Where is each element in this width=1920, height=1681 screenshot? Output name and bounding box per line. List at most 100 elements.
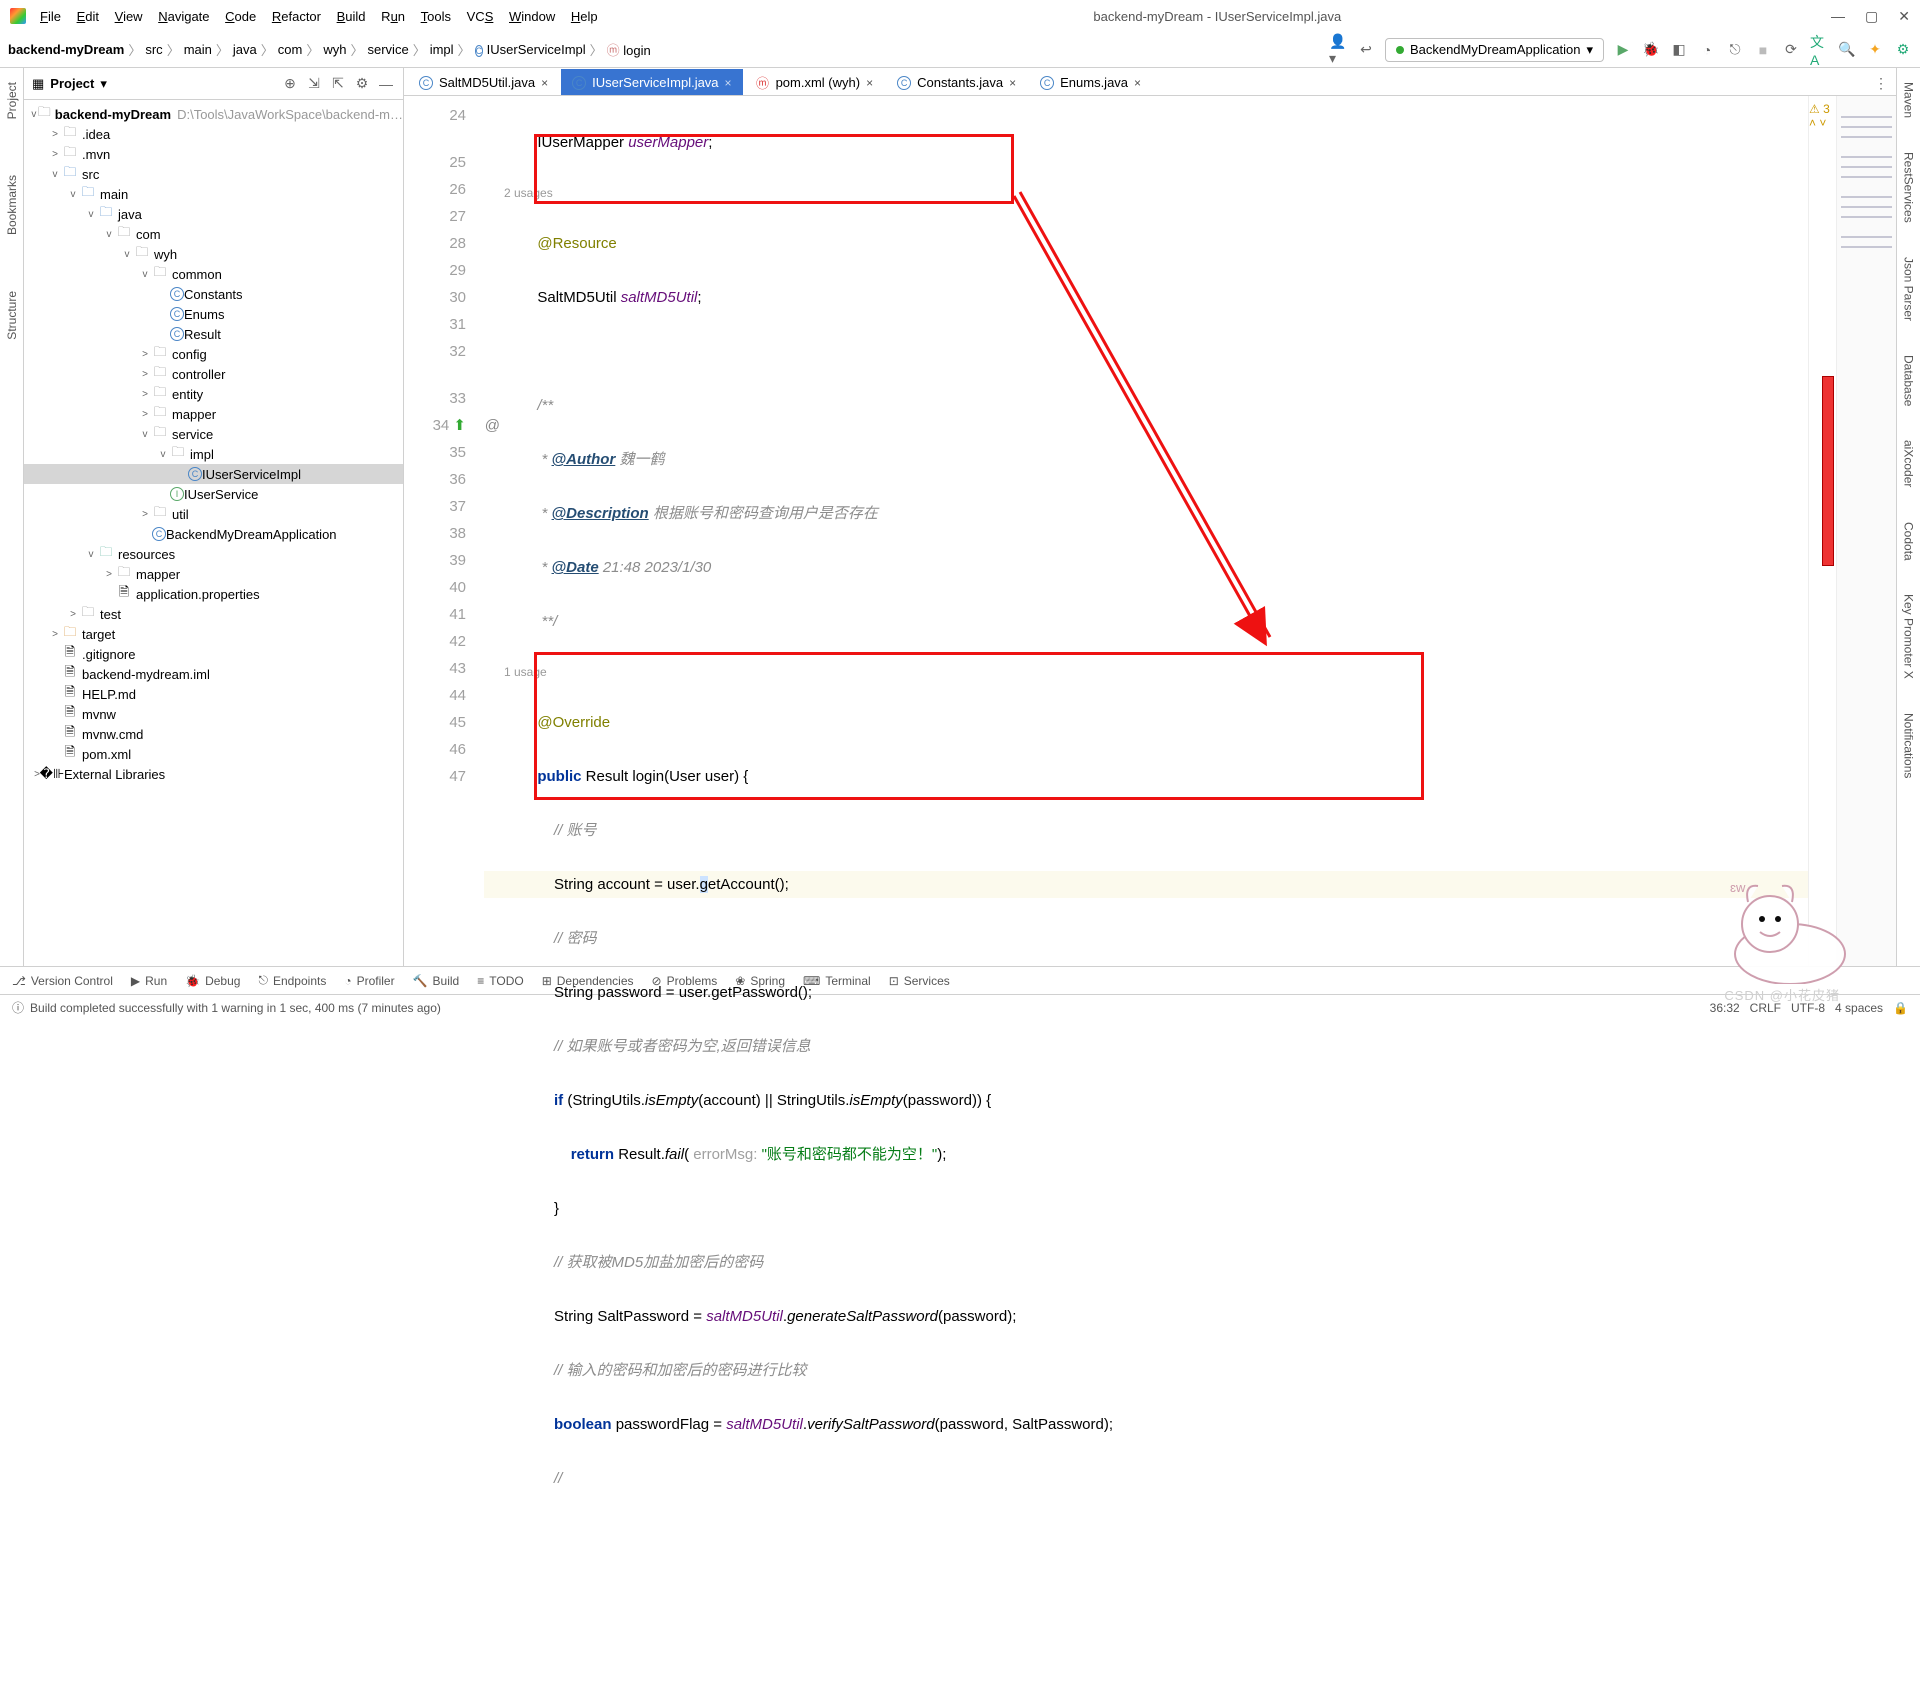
tool-project[interactable]: Project	[5, 74, 19, 127]
tool-jsonparser[interactable]: Json Parser	[1902, 249, 1916, 329]
back-nav-icon[interactable]: ↩	[1357, 41, 1375, 59]
tree-item[interactable]: 🗎application.properties	[24, 584, 403, 604]
tool-restservices[interactable]: RestServices	[1902, 144, 1916, 231]
debug-icon[interactable]: 🐞	[1642, 41, 1660, 59]
tree-item[interactable]: 🗎.gitignore	[24, 644, 403, 664]
inspection-gutter[interactable]: ⚠ 3 ˄ ˅	[1808, 96, 1836, 966]
tab-close-icon[interactable]: ×	[1009, 76, 1016, 90]
tree-item[interactable]: v🗀wyh	[24, 244, 403, 264]
status-lock-icon[interactable]: 🔒	[1893, 1001, 1908, 1015]
menu-vcs[interactable]: VCS	[461, 5, 500, 28]
expand-all-icon[interactable]: ⇲	[305, 75, 323, 93]
tree-item[interactable]: v🗀service	[24, 424, 403, 444]
tree-item[interactable]: v🗀com	[24, 224, 403, 244]
project-tree[interactable]: v🗀backend-myDreamD:\Tools\JavaWorkSpace\…	[24, 100, 403, 966]
bottom-tool-profiler[interactable]: ◔Profiler	[344, 974, 394, 988]
breadcrumb-item[interactable]: java	[233, 42, 257, 57]
menu-edit[interactable]: Edit	[71, 5, 105, 28]
code-editor[interactable]: IUserMapper userMapper; 2 usages @Resour…	[484, 96, 1808, 966]
tree-item[interactable]: >🗀mapper	[24, 564, 403, 584]
breadcrumb-item[interactable]: C IUserServiceImpl	[475, 42, 586, 57]
menu-tools[interactable]: Tools	[415, 5, 457, 28]
maximize-icon[interactable]: ▢	[1865, 8, 1878, 25]
select-opened-file-icon[interactable]: ⊕	[281, 75, 299, 93]
tool-codota[interactable]: Codota	[1902, 514, 1916, 569]
menu-run[interactable]: Run	[375, 5, 411, 28]
translate-icon[interactable]: 文A	[1810, 41, 1828, 59]
menu-navigate[interactable]: Navigate	[152, 5, 215, 28]
tab-close-icon[interactable]: ×	[541, 76, 548, 90]
tab-close-icon[interactable]: ×	[866, 76, 873, 90]
menu-bar[interactable]: File Edit View Navigate Code Refactor Bu…	[34, 9, 604, 24]
tool-bookmarks[interactable]: Bookmarks	[5, 167, 19, 243]
tree-item[interactable]: v🗀resources	[24, 544, 403, 564]
line-number-gutter[interactable]: 2425262728293031323334 ⬆@353637383940414…	[404, 96, 484, 966]
tree-item[interactable]: C Result	[24, 324, 403, 344]
tree-item[interactable]: >🗀config	[24, 344, 403, 364]
menu-window[interactable]: Window	[503, 5, 561, 28]
tree-item[interactable]: C Enums	[24, 304, 403, 324]
breadcrumb-item[interactable]: impl	[430, 42, 454, 57]
update-icon[interactable]: ⟳	[1782, 41, 1800, 59]
bottom-tool-endpoints[interactable]: ⎋Endpoints	[258, 973, 326, 988]
attach-icon[interactable]: ⎋	[1726, 41, 1744, 59]
tab-close-icon[interactable]: ×	[1134, 76, 1141, 90]
settings-icon[interactable]: ⚙	[353, 75, 371, 93]
menu-view[interactable]: View	[109, 5, 149, 28]
tool-database[interactable]: Database	[1902, 347, 1916, 414]
menu-file[interactable]: File	[34, 5, 67, 28]
profile-icon[interactable]: ◔	[1698, 41, 1716, 59]
coverage-icon[interactable]: ◧	[1670, 41, 1688, 59]
editor-tab[interactable]: CIUserServiceImpl.java×	[561, 69, 742, 95]
tree-item[interactable]: >�⊪External Libraries	[24, 764, 403, 784]
tree-item[interactable]: >🗀test	[24, 604, 403, 624]
menu-help[interactable]: Help	[565, 5, 604, 28]
tab-close-icon[interactable]: ×	[725, 76, 732, 90]
close-icon[interactable]: ✕	[1898, 8, 1910, 25]
tree-item[interactable]: 🗎backend-mydream.iml	[24, 664, 403, 684]
hide-icon[interactable]: —	[377, 75, 395, 93]
tree-item[interactable]: 🗎mvnw.cmd	[24, 724, 403, 744]
search-icon[interactable]: 🔍	[1838, 41, 1856, 59]
tree-item[interactable]: v🗀main	[24, 184, 403, 204]
tree-item[interactable]: >🗀.mvn	[24, 144, 403, 164]
run-icon[interactable]: ▶	[1614, 41, 1632, 59]
collapse-all-icon[interactable]: ⇱	[329, 75, 347, 93]
editor-tab[interactable]: CEnums.java×	[1029, 69, 1152, 95]
bottom-tool-run[interactable]: ▶Run	[131, 974, 167, 988]
tree-item[interactable]: v🗀impl	[24, 444, 403, 464]
code-minimap[interactable]	[1836, 96, 1896, 966]
tree-item[interactable]: v🗀common	[24, 264, 403, 284]
breadcrumb-item[interactable]: wyh	[323, 42, 346, 57]
breadcrumb-item[interactable]: src	[145, 42, 162, 57]
error-stripe[interactable]	[1822, 376, 1834, 566]
tree-root[interactable]: v🗀backend-myDreamD:\Tools\JavaWorkSpace\…	[24, 104, 403, 124]
breadcrumb-item[interactable]: service	[368, 42, 409, 57]
tree-item[interactable]: >🗀entity	[24, 384, 403, 404]
tool-keypromoter[interactable]: Key Promoter X	[1902, 586, 1916, 687]
editor-tab[interactable]: CSaltMD5Util.java×	[408, 69, 559, 95]
tree-item[interactable]: C IUserServiceImpl	[24, 464, 403, 484]
tree-item[interactable]: I IUserService	[24, 484, 403, 504]
minimize-icon[interactable]: —	[1831, 8, 1845, 25]
tabs-more-icon[interactable]: ⋮	[1872, 74, 1890, 92]
tree-item[interactable]: >🗀target	[24, 624, 403, 644]
tree-item[interactable]: 🗎mvnw	[24, 704, 403, 724]
tree-item[interactable]: v🗀java	[24, 204, 403, 224]
bottom-tool-build[interactable]: 🔨Build	[413, 974, 460, 988]
user-icon[interactable]: 👤▾	[1329, 41, 1347, 59]
warning-indicator[interactable]: ⚠ 3 ˄ ˅	[1809, 102, 1830, 130]
bottom-tool-version-control[interactable]: ⎇Version Control	[12, 974, 113, 988]
tree-item[interactable]: 🗎HELP.md	[24, 684, 403, 704]
bottom-tool-debug[interactable]: 🐞Debug	[185, 974, 240, 988]
stop-icon[interactable]: ■	[1754, 41, 1772, 59]
breadcrumb[interactable]: backend-myDream〉src〉main〉java〉com〉wyh〉se…	[8, 40, 651, 59]
ai-assist-icon[interactable]: ✦	[1866, 41, 1884, 59]
tree-item[interactable]: >🗀controller	[24, 364, 403, 384]
tree-item[interactable]: >🗀util	[24, 504, 403, 524]
run-config-selector[interactable]: BackendMyDreamApplication ▾	[1385, 38, 1604, 62]
tool-aixcoder[interactable]: aiXcoder	[1902, 432, 1916, 495]
breadcrumb-item[interactable]: main	[184, 42, 212, 57]
usages-hint[interactable]: 1 usage	[484, 662, 1808, 682]
menu-build[interactable]: Build	[331, 5, 372, 28]
